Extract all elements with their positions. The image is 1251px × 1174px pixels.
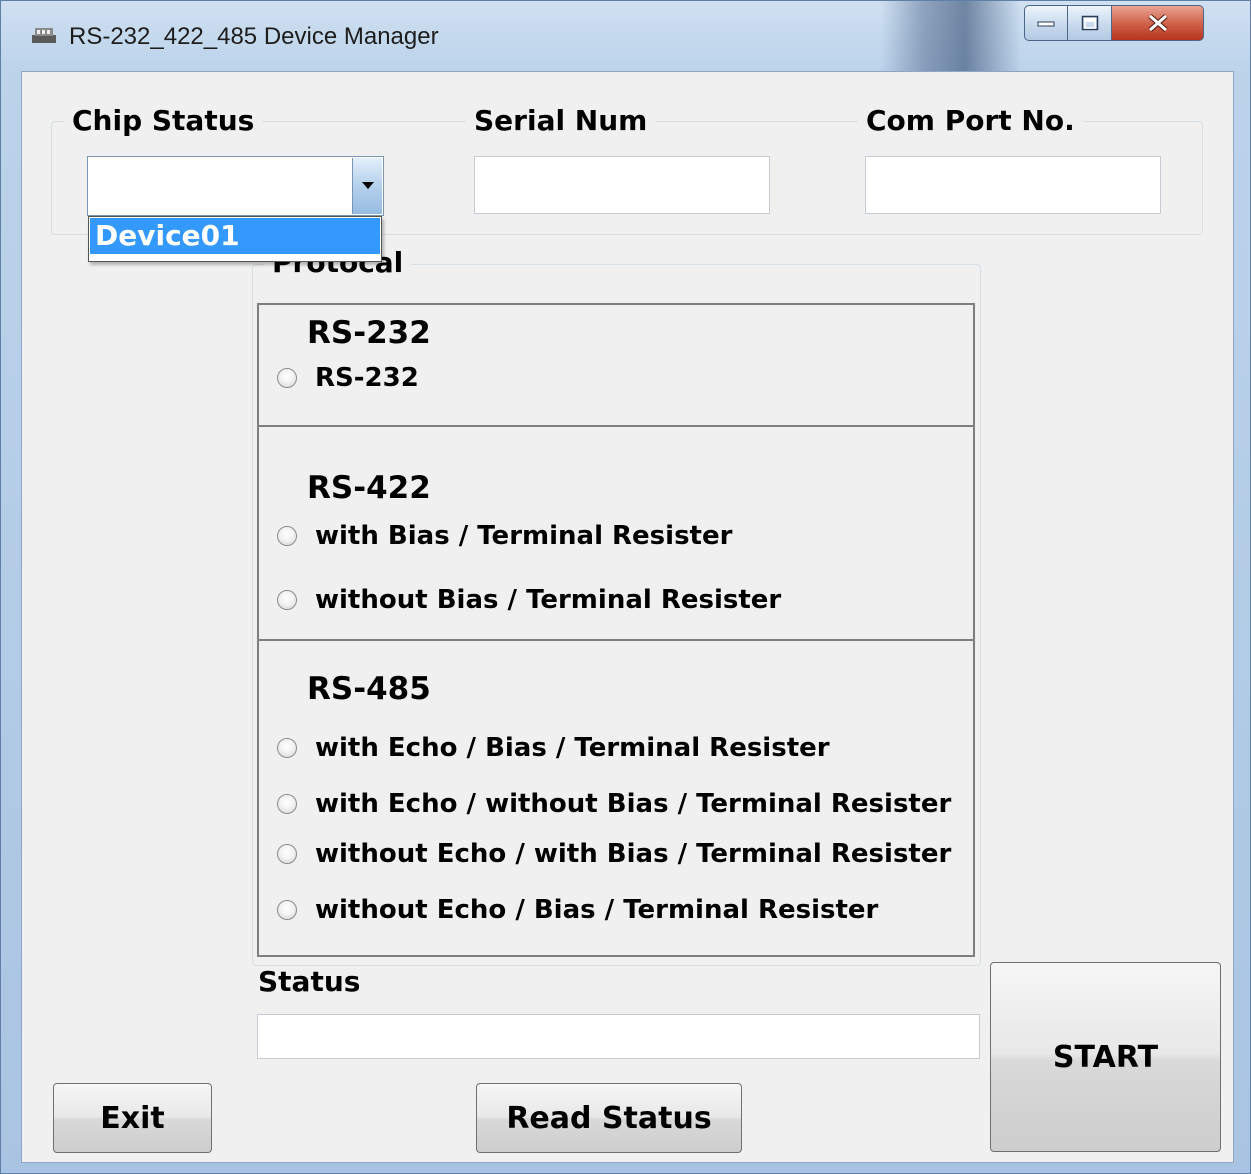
serial-num-label: Serial Num bbox=[466, 106, 656, 136]
radio-label: with Echo / without Bias / Terminal Resi… bbox=[315, 789, 952, 819]
radio-button[interactable] bbox=[277, 526, 297, 546]
rs485-title: RS-485 bbox=[307, 671, 431, 707]
serial-num-field[interactable] bbox=[474, 156, 770, 214]
start-button-label: START bbox=[1052, 1039, 1159, 1075]
radio-button[interactable] bbox=[277, 738, 297, 758]
chevron-down-icon bbox=[361, 182, 374, 189]
start-button[interactable]: START bbox=[990, 962, 1221, 1152]
chip-status-label: Chip Status bbox=[64, 106, 263, 136]
app-icon bbox=[32, 28, 56, 43]
exit-button[interactable]: Exit bbox=[53, 1083, 212, 1153]
radio-rs422-without-bias[interactable]: without Bias / Terminal Resister bbox=[277, 585, 781, 615]
close-button[interactable] bbox=[1112, 5, 1204, 41]
radio-button[interactable] bbox=[277, 900, 297, 920]
minimize-icon bbox=[1037, 21, 1055, 27]
radio-rs485-echo-bias[interactable]: with Echo / Bias / Terminal Resister bbox=[277, 733, 830, 763]
rs232-title: RS-232 bbox=[307, 315, 431, 351]
maximize-icon bbox=[1081, 15, 1098, 31]
radio-button[interactable] bbox=[277, 590, 297, 610]
dropdown-item-device01[interactable]: Device01 bbox=[90, 218, 380, 254]
window-title: RS-232_422_485 Device Manager bbox=[69, 23, 439, 50]
title-bar[interactable]: RS-232_422_485 Device Manager bbox=[1, 1, 1250, 71]
radio-label: without Echo / Bias / Terminal Resister bbox=[315, 895, 879, 925]
radio-rs232[interactable]: RS-232 bbox=[277, 363, 419, 393]
radio-label: with Echo / Bias / Terminal Resister bbox=[315, 733, 830, 763]
radio-rs485-echo-no-bias[interactable]: with Echo / without Bias / Terminal Resi… bbox=[277, 789, 951, 819]
status-label: Status bbox=[258, 965, 361, 998]
radio-button[interactable] bbox=[277, 794, 297, 814]
read-status-button-label: Read Status bbox=[506, 1100, 712, 1136]
read-status-button[interactable]: Read Status bbox=[476, 1083, 742, 1153]
radio-label: with Bias / Terminal Resister bbox=[315, 521, 733, 551]
rs422-section: RS-422 with Bias / Terminal Resister wit… bbox=[257, 425, 975, 641]
radio-label: without Echo / with Bias / Terminal Resi… bbox=[315, 839, 952, 869]
minimize-button[interactable] bbox=[1024, 5, 1068, 41]
radio-label: RS-232 bbox=[315, 363, 419, 393]
radio-button[interactable] bbox=[277, 844, 297, 864]
form-client-area: Chip Status Serial Num Com Port No. Devi… bbox=[21, 71, 1234, 1163]
com-port-field[interactable] bbox=[865, 156, 1161, 214]
exit-button-label: Exit bbox=[100, 1100, 165, 1136]
chip-status-combobox[interactable] bbox=[87, 156, 384, 216]
chip-status-dropdown-list: Device01 bbox=[88, 216, 382, 262]
radio-label: without Bias / Terminal Resister bbox=[315, 585, 782, 615]
rs422-title: RS-422 bbox=[307, 470, 431, 506]
rs485-section: RS-485 with Echo / Bias / Terminal Resis… bbox=[257, 639, 975, 957]
close-icon bbox=[1147, 14, 1168, 32]
combobox-dropdown-button[interactable] bbox=[352, 158, 382, 214]
titlebar-shading bbox=[881, 1, 1021, 71]
maximize-button[interactable] bbox=[1068, 5, 1112, 41]
radio-button[interactable] bbox=[277, 368, 297, 388]
app-window: RS-232_422_485 Device Manager Chip Statu… bbox=[0, 0, 1251, 1174]
com-port-label: Com Port No. bbox=[858, 106, 1083, 136]
radio-rs485-no-echo-bias[interactable]: without Echo / with Bias / Terminal Resi… bbox=[277, 839, 951, 869]
radio-rs422-with-bias[interactable]: with Bias / Terminal Resister bbox=[277, 521, 732, 551]
radio-rs485-no-echo-no-bias[interactable]: without Echo / Bias / Terminal Resister bbox=[277, 895, 878, 925]
rs232-section: RS-232 RS-232 bbox=[257, 303, 975, 427]
status-field[interactable] bbox=[257, 1014, 980, 1059]
